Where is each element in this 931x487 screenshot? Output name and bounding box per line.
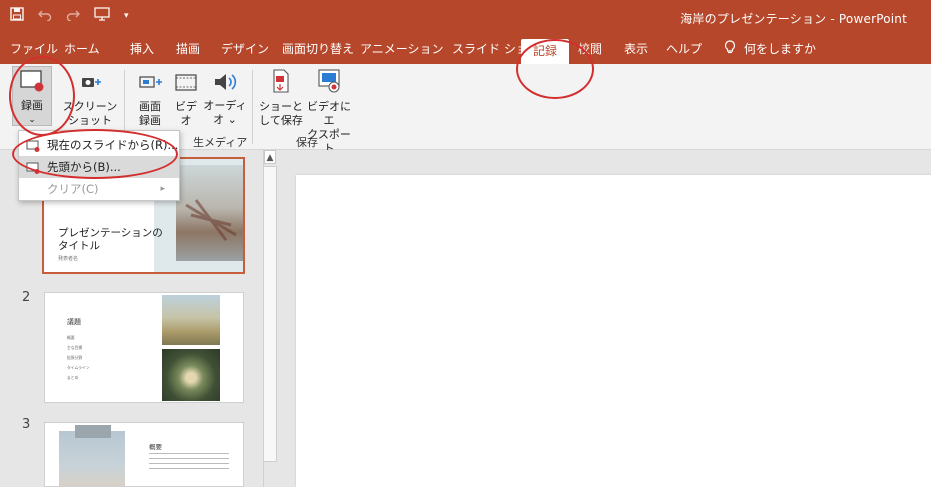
group-label-media: 生メディア <box>193 136 248 149</box>
slide-number-2: 2 <box>22 290 31 305</box>
tab-view[interactable]: 表示 <box>624 34 648 64</box>
tab-transitions[interactable]: 画面切り替え <box>282 34 354 64</box>
menu-item-from-beginning[interactable]: 先頭から(B)... <box>19 156 179 178</box>
screen-recording-button[interactable]: 画面 録画 <box>132 66 168 128</box>
slide-3-tape <box>75 425 111 438</box>
screen-recording-label-2: 録画 <box>139 114 161 127</box>
present-icon[interactable] <box>94 7 110 25</box>
title-bar: ▾ 海岸のプレゼンテーション - PowerPoint <box>0 0 931 34</box>
slide-2-photo-grass <box>162 295 220 345</box>
video-icon <box>172 72 200 98</box>
tab-file[interactable]: ファイル <box>10 34 58 64</box>
audio-label-2: オ ⌄ <box>213 113 237 126</box>
tab-design[interactable]: デザイン <box>221 34 269 64</box>
slide-3-title: 概要 <box>149 443 162 451</box>
window-title: 海岸のプレゼンテーション - PowerPoint <box>680 12 907 26</box>
tab-help[interactable]: ヘルプ <box>666 34 702 64</box>
slide-2-agenda-item: 概要 <box>67 335 75 340</box>
scrollbar-thumb[interactable] <box>263 166 277 462</box>
tab-review[interactable]: 校閲 <box>578 34 602 64</box>
screen-recording-icon <box>132 74 168 98</box>
ribbon-tabs: ファイル ホーム 挿入 描画 デザイン 画面切り替え アニメーション スライド … <box>0 34 931 64</box>
screen-recording-label: 画面 <box>139 100 161 113</box>
slide-2-title: 議題 <box>67 318 81 326</box>
record-icon <box>13 69 51 97</box>
slide-canvas[interactable] <box>296 175 931 487</box>
quick-access-toolbar: ▾ <box>10 7 129 25</box>
save-icon[interactable] <box>10 7 24 25</box>
slide-2-agenda-item: 拡張分野 <box>67 355 83 360</box>
video-label-2: オ <box>180 114 192 127</box>
menu-item-clear[interactable]: クリア(C) ▸ <box>19 178 179 200</box>
tell-me-search[interactable]: 何をしますか <box>724 34 816 64</box>
slide-1-photo <box>176 165 243 261</box>
record-dropdown-arrow: ⌄ <box>28 115 36 125</box>
ribbon-separator <box>252 70 253 144</box>
tab-animations[interactable]: アニメーション <box>360 34 444 64</box>
record-button[interactable]: 録画 ⌄ <box>12 66 52 126</box>
powerpoint-window: ▾ 海岸のプレゼンテーション - PowerPoint ファイル ホーム 挿入 … <box>0 0 931 487</box>
slide-3-body-lines <box>149 453 229 473</box>
tab-record[interactable]: 記録 <box>521 39 570 64</box>
redo-icon[interactable] <box>66 7 80 25</box>
slide-number-3: 3 <box>22 417 31 432</box>
slide-2-photo-anemone <box>162 349 220 401</box>
audio-button[interactable]: オーディ オ ⌄ <box>203 66 247 127</box>
screenshot-label: スクリーン <box>62 100 118 113</box>
slide-thumbnail-2[interactable]: 議題 概要 主な目標 拡張分野 タイムライン まとめ <box>44 292 244 403</box>
lightbulb-icon <box>724 35 736 65</box>
slide-2-agenda-item: タイムライン <box>67 365 90 370</box>
audio-label: オーディ <box>203 99 247 112</box>
menu-item-label: 先頭から(B)... <box>47 160 121 174</box>
submenu-arrow-icon: ▸ <box>160 184 165 194</box>
slide-2-agenda-item: 主な目標 <box>67 345 83 350</box>
record-dropdown-menu: 現在のスライドから(R)... 先頭から(B)... クリア(C) ▸ <box>18 130 180 201</box>
menu-item-label: 現在のスライドから(R)... <box>47 138 179 152</box>
tab-insert[interactable]: 挿入 <box>130 34 154 64</box>
tab-home[interactable]: ホーム <box>64 34 100 64</box>
slide-thumbnail-3[interactable]: 概要 <box>44 422 244 487</box>
undo-icon[interactable] <box>38 7 52 25</box>
tab-draw[interactable]: 描画 <box>176 34 200 64</box>
speaker-icon <box>203 71 247 97</box>
record-label: 録画 <box>21 99 43 112</box>
slide-1-title: プレゼンテーションの タイトル <box>58 227 163 252</box>
group-label-save: 保存 <box>296 136 318 149</box>
save-as-show-icon <box>258 68 304 98</box>
menu-item-from-current-slide[interactable]: 現在のスライドから(R)... <box>19 134 179 156</box>
scroll-up-arrow[interactable]: ▲ <box>264 150 276 164</box>
save-as-show-label: ショーと <box>259 100 303 113</box>
slide-3-photo <box>59 431 125 486</box>
menu-item-label: クリア(C) <box>47 182 99 196</box>
video-label: ビデ <box>175 100 197 113</box>
save-as-show-label-2: して保存 <box>259 114 303 127</box>
video-button[interactable]: ビデ オ <box>172 66 200 128</box>
slide-2-agenda-item: まとめ <box>67 375 79 380</box>
customize-icon[interactable]: ▾ <box>124 11 129 21</box>
export-video-label: ビデオにエ <box>307 100 351 127</box>
tell-me-label: 何をしますか <box>744 42 817 56</box>
screenshot-icon <box>62 74 118 98</box>
slide-1-subtitle: 発表者名 <box>58 256 79 262</box>
export-video-icon <box>304 68 354 98</box>
save-as-show-button[interactable]: ショーと して保存 <box>258 66 304 128</box>
